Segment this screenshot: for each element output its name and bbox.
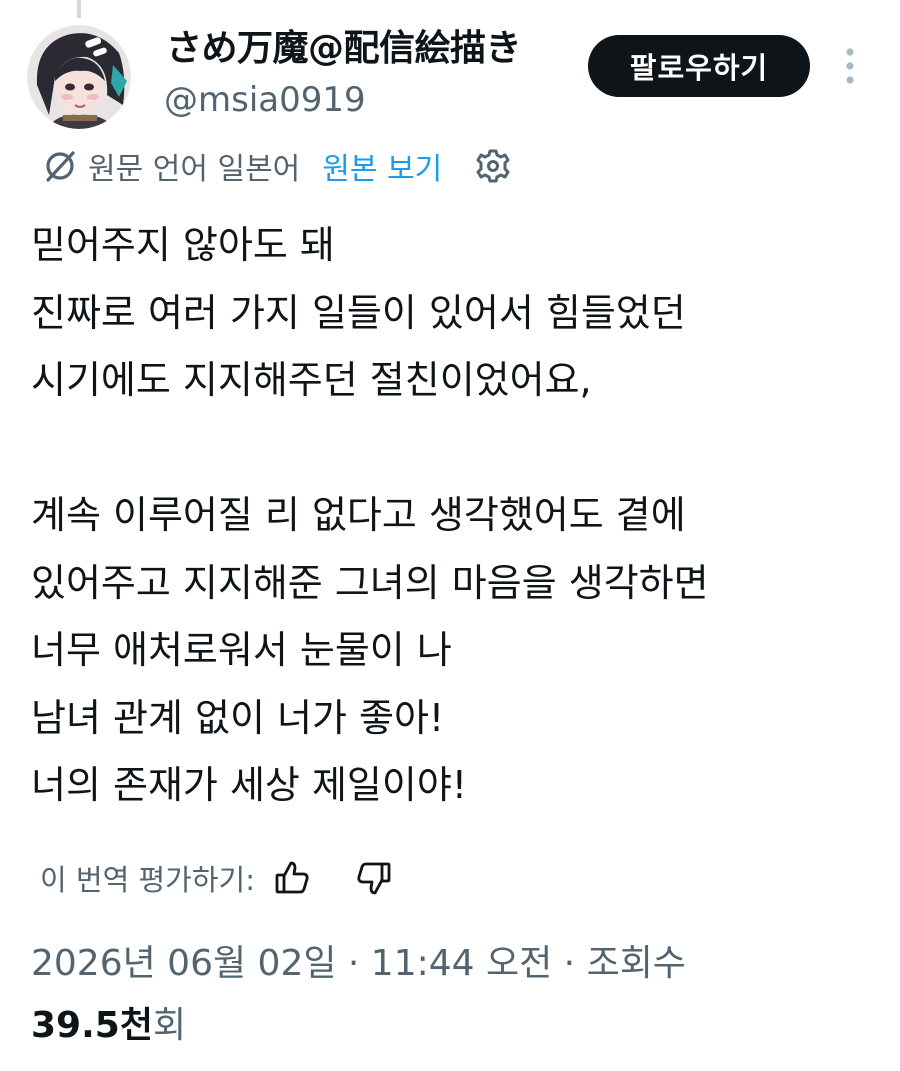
tweet-line: 너의 존재가 세상 제일이야! — [31, 763, 468, 807]
source-language-text: 원문 언어 일본어 — [88, 152, 301, 187]
view-count[interactable]: 39.5천회 — [31, 998, 186, 1054]
thumb-up-icon[interactable] — [273, 859, 311, 897]
rate-translation-label: 이 번역 평가하기: — [40, 863, 255, 897]
rate-translation-bar: 이 번역 평가하기: — [40, 852, 393, 904]
tweet-line: 믿어주지 않아도 돼 — [31, 223, 335, 267]
more-vertical-icon[interactable] — [836, 44, 864, 88]
view-original-link[interactable]: 원본 보기 — [322, 144, 442, 188]
avatar[interactable] — [27, 25, 131, 129]
tweet-line: 남녀 관계 없이 너가 좋아! — [31, 695, 445, 740]
gear-icon[interactable] — [474, 147, 512, 185]
view-count-suffix: 회 — [152, 1005, 187, 1046]
tweet-timestamp[interactable]: 2026년 06월 02일 · 11:44 오전 · 조회수 — [31, 936, 686, 992]
thumb-down-icon[interactable] — [355, 859, 393, 897]
author-display-name[interactable]: さめ万魔@配信絵描き — [166, 24, 522, 74]
tweet-line: 진짜로 여러 가지 일들이 있어서 힘들었던 — [31, 290, 686, 335]
tweet-line: 계속 이루어질 리 없다고 생각했어도 곁에 — [31, 493, 686, 537]
tweet-line: 있어주고 지지해준 그녀의 마음을 생각하면 — [31, 560, 709, 605]
translate-icon — [46, 151, 75, 182]
author-handle[interactable]: @msia0919 — [164, 78, 366, 122]
translation-bar: 원문 언어 일본어 원본 보기 — [40, 142, 512, 190]
view-count-number: 39.5천 — [31, 1005, 153, 1046]
tweet-line: 시기에도 지지해주던 절친이었어요, — [31, 358, 592, 402]
follow-button[interactable]: 팔로우하기 — [588, 35, 810, 97]
tweet-line: 너무 애처로워서 눈물이 나 — [31, 628, 452, 672]
tweet-text: 믿어주지 않아도 돼 진짜로 여러 가지 일들이 있어서 힘들었던 시기에도 지… — [31, 212, 881, 820]
avatar-image — [27, 25, 131, 129]
thread-connector-line — [77, 0, 81, 18]
